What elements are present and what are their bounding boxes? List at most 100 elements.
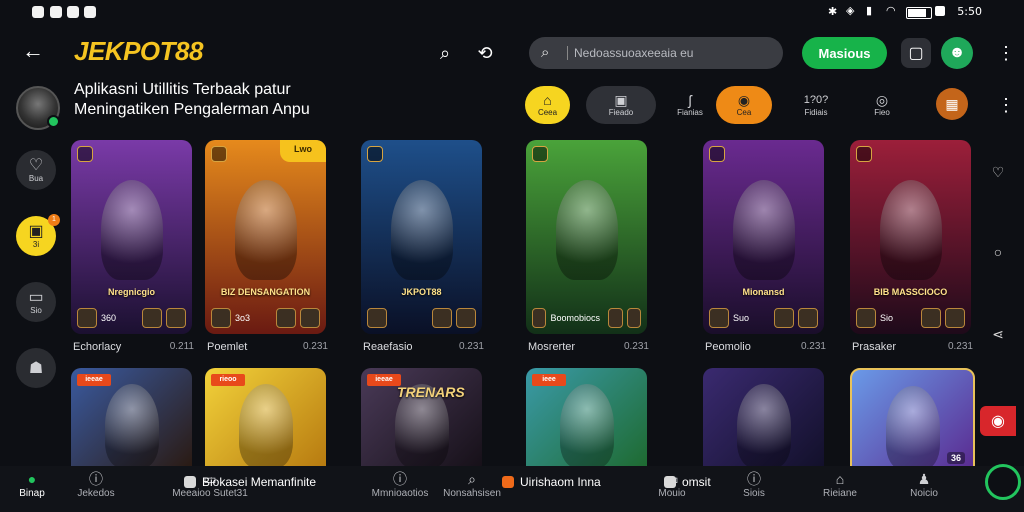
back-arrow-icon[interactable]: ← <box>22 40 44 62</box>
avatar-icon: ☗ <box>28 359 44 377</box>
game-card[interactable]: ieee <box>526 368 647 468</box>
game-card[interactable]: BIB MASSCIOCO Sio <box>850 140 971 334</box>
share-icon[interactable]: ⋖ <box>990 326 1006 342</box>
bottom-nav-item[interactable]: ⓘ Jekedos <box>66 470 126 510</box>
provider-icon <box>211 146 227 162</box>
game-card[interactable]: Nregnicgio 360 <box>71 140 192 334</box>
games-icon: ◉ <box>737 92 751 108</box>
bottom-nav-item[interactable]: ♟ Noicio <box>894 470 954 510</box>
bottom-nav-item[interactable]: ⌂ Rieiane <box>810 470 870 510</box>
chip-history[interactable]: 1?0? Fidiais <box>788 86 844 124</box>
game-card[interactable]: Boomobiocs <box>526 140 647 334</box>
rail-avatar[interactable]: ☗ <box>16 348 56 388</box>
provider-icon <box>709 146 725 162</box>
chip-chat[interactable]: ◎ Fieo <box>854 86 910 124</box>
new-tag: rieoo <box>211 374 245 386</box>
app-logo: JEKPOT88 <box>74 36 203 66</box>
thumb-icon <box>945 308 965 328</box>
game-card[interactable]: Lwo BIZ DENSANGATION 3o3 <box>205 140 326 334</box>
floating-action-button[interactable] <box>985 464 1021 500</box>
provider-icon <box>367 146 383 162</box>
card-value: 0.211 <box>169 341 194 352</box>
shield-icon: ◈ <box>846 5 855 17</box>
bag-icon: ʃ <box>688 92 692 108</box>
card-label-row: Peomolio 0.231 <box>705 341 826 353</box>
game-card[interactable]: 36 <box>850 368 975 472</box>
search-icon: ⌕ <box>468 471 476 487</box>
profile-avatar[interactable] <box>16 86 60 130</box>
thumb-icon <box>456 308 476 328</box>
chat-icon: ◎ <box>875 92 889 108</box>
chip-home[interactable]: ⌂ Ceea <box>525 86 570 124</box>
notification-badge: 1 <box>48 214 60 226</box>
treasure-icon[interactable]: ▦ <box>936 88 968 120</box>
user-avatar[interactable]: ☻ <box>941 37 973 69</box>
rail-favorites[interactable]: ♡ Bua <box>16 150 56 190</box>
search-placeholder: Nedoassuoaxeeaia eu <box>567 46 693 60</box>
subtitle-line-2: Meningatiken Pengalerman Anpu <box>74 101 310 118</box>
thumb-icon <box>432 308 452 328</box>
hot-ribbon: Lwo <box>280 140 326 162</box>
provider-icon <box>77 146 93 162</box>
game-card[interactable]: Mionansd Suo <box>703 140 824 334</box>
game-card[interactable]: ieeae <box>71 368 192 468</box>
thumb-icon <box>921 308 941 328</box>
more-options-icon[interactable]: ⋮ <box>997 44 1015 62</box>
card-label-row: Mosrerter 0.231 <box>528 341 649 353</box>
game-card[interactable] <box>703 368 824 468</box>
hero-illustration <box>101 180 163 280</box>
thumb-icon <box>77 308 97 328</box>
new-tag: ieeae <box>77 374 111 386</box>
game-card[interactable]: rieoo <box>205 368 326 468</box>
thumb-icon <box>300 308 320 328</box>
notification-icon <box>84 6 96 18</box>
new-tag: ieeae <box>367 374 401 386</box>
search-icon[interactable]: ⌕ <box>432 40 458 66</box>
chip-bag[interactable]: ʃ Fianias <box>662 86 718 124</box>
thumb-icon <box>367 308 387 328</box>
card-name: Echorlacy <box>73 341 122 353</box>
card-footer: 36 <box>946 452 965 464</box>
bottom-nav-item[interactable]: ⓘ Siois <box>724 470 784 510</box>
bottom-nav-item[interactable]: ⓘ Mmnioaotios <box>370 470 430 510</box>
chip-games[interactable]: ◉ Cea <box>716 86 772 124</box>
rail-tv[interactable]: ▭ Sio <box>16 282 56 322</box>
search-icon: ⌕ <box>541 44 550 61</box>
thumb-icon <box>709 308 729 328</box>
rail-gifts[interactable]: ▣ 3i 1 <box>16 214 60 256</box>
info-icon: ⓘ <box>747 471 761 487</box>
hero-illustration <box>235 180 297 280</box>
thumb-icon <box>774 308 794 328</box>
app-icon <box>664 476 676 488</box>
bottom-nav-item[interactable]: ⌕ Nonsahsisen <box>442 470 502 510</box>
circle-icon[interactable]: ○ <box>990 244 1006 260</box>
game-card[interactable]: JKPOT88 <box>361 140 482 334</box>
hero-illustration <box>880 180 942 280</box>
more-options-icon[interactable]: ⋮ <box>997 96 1015 114</box>
card-name: Mosrerter <box>528 341 576 353</box>
page-subtitle: Aplikasni Utillitis Terbaak patur Mening… <box>74 80 394 120</box>
search-input[interactable]: ⌕ Nedoassuoaxeeaia eu <box>529 37 783 69</box>
wifi-icon: ◠ <box>886 5 896 17</box>
thumb-icon <box>276 308 296 328</box>
bottom-strip-item[interactable]: Biokasei Memanfinite <box>184 474 316 490</box>
bottom-nav-item[interactable]: ● Binap <box>2 470 62 510</box>
heart-icon[interactable]: ♡ <box>990 164 1006 180</box>
bottom-strip-item[interactable]: Uirishaom Inna <box>502 474 601 490</box>
login-button[interactable]: Masious <box>802 37 887 69</box>
battery-icon <box>935 6 945 16</box>
card-label-row: Poemlet 0.231 <box>207 341 328 353</box>
bottom-strip-item[interactable]: omsit <box>664 474 711 490</box>
new-tag: ieee <box>532 374 566 386</box>
card-title: BIB MASSCIOCO <box>873 287 948 297</box>
status-bar: ✱ ◈ ▮ ◠ 5:50 <box>0 0 1024 24</box>
wallet-button[interactable]: ▢ <box>901 38 931 68</box>
profile-icon: ♟ <box>917 471 931 487</box>
heart-icon: ♡ <box>28 157 44 174</box>
history-search-icon[interactable]: ⟲ <box>472 40 498 66</box>
notification-icon <box>32 6 44 18</box>
chip-gift[interactable]: ▣ Fieado <box>586 86 656 124</box>
game-card[interactable]: ieeae TRENARS <box>361 368 482 468</box>
record-button[interactable]: ◉ <box>980 406 1016 436</box>
thumb-icon <box>211 308 231 328</box>
